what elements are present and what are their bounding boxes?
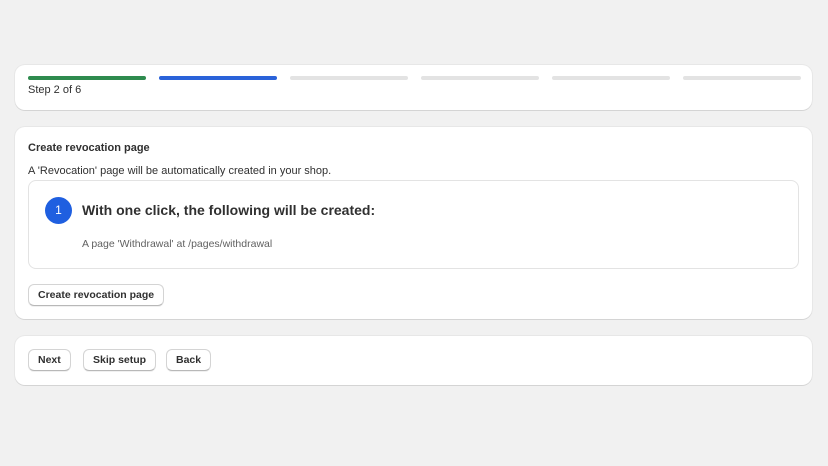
info-box: 1 With one click, the following will be … [28,180,799,269]
progress-segment [421,76,539,80]
progress-bar [28,76,801,80]
skip-setup-button[interactable]: Skip setup [83,349,157,371]
back-button[interactable]: Back [166,349,212,371]
step-number-badge: 1 [45,197,72,224]
progress-segment [290,76,408,80]
progress-segment [28,76,146,80]
step-indicator: Step 2 of 6 [28,84,82,96]
info-heading: With one click, the following will be cr… [82,202,376,218]
progress-card: Step 2 of 6 [15,65,812,110]
info-item: A page 'Withdrawal' at /pages/withdrawal [82,238,273,250]
progress-segment [683,76,801,80]
next-button[interactable]: Next [28,349,71,371]
progress-segment [552,76,670,80]
create-revocation-page-button[interactable]: Create revocation page [28,284,165,306]
card-description: A 'Revocation' page will be automaticall… [28,165,332,177]
navigation-card: Next Skip setup Back [15,336,812,385]
card-title: Create revocation page [28,142,150,154]
revocation-card: Create revocation page A 'Revocation' pa… [15,127,812,319]
progress-segment [159,76,277,80]
